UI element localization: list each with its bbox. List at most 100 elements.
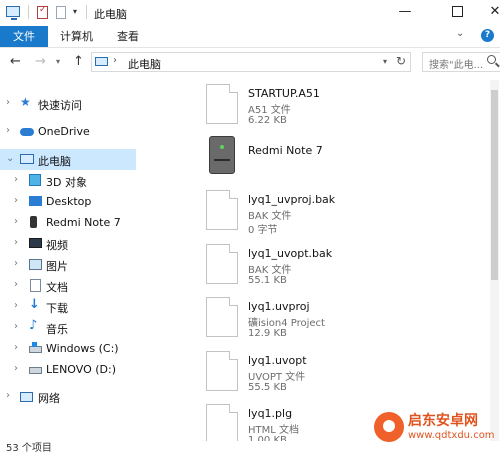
scrollbar-thumb[interactable] <box>491 90 498 280</box>
vertical-scrollbar[interactable] <box>490 80 499 445</box>
file-icon <box>206 244 238 284</box>
device-light <box>220 145 224 149</box>
chevron-right-icon[interactable]: › <box>14 342 18 353</box>
chevron-right-icon[interactable]: › <box>6 125 10 136</box>
file-name: lyq1.plg <box>248 407 293 420</box>
watermark-logo-icon <box>374 412 404 442</box>
file-icon <box>206 351 238 391</box>
device-slot <box>214 159 230 161</box>
item-count: 53 个项目 <box>6 443 52 454</box>
sidebar-item-this-pc[interactable]: ⌄ 此电脑 <box>0 149 136 170</box>
search-box[interactable]: 搜索"此电... <box>422 52 500 72</box>
refresh-icon[interactable]: ↻ <box>396 54 406 68</box>
computer-icon <box>95 57 108 66</box>
tab-view[interactable]: 查看 <box>117 26 139 47</box>
maximize-icon <box>451 6 463 17</box>
sidebar-item-label: 音乐 <box>46 323 68 336</box>
chevron-down-icon[interactable]: ⌄ <box>6 153 14 164</box>
file-name: lyq1_uvopt.bak <box>248 247 333 260</box>
search-input[interactable]: 搜索"此电... <box>429 56 483 71</box>
watermark-title: 启东安卓网 <box>408 413 478 429</box>
sidebar-item-label: Windows (C:) <box>46 342 119 355</box>
help-icon[interactable]: ? <box>481 29 494 42</box>
sidebar-item-desktop[interactable]: › Desktop <box>0 191 136 212</box>
tab-file[interactable]: 文件 <box>0 26 48 47</box>
sidebar-item-redmi-note-7[interactable]: › Redmi Note 7 <box>0 212 136 233</box>
list-item[interactable]: Redmi Note 7 <box>206 136 466 188</box>
list-item[interactable]: lyq1.uvopt UVOPT 文件 55.5 KB <box>206 351 466 403</box>
customize-toolbar-icon[interactable]: ▾ <box>73 7 77 16</box>
file-type: BAK 文件 <box>248 265 292 276</box>
sidebar-item-downloads[interactable]: › ↓ 下载 <box>0 296 136 317</box>
sidebar-item-pictures[interactable]: › 图片 <box>0 254 136 275</box>
video-icon <box>29 238 42 248</box>
tab-computer[interactable]: 计算机 <box>60 26 93 47</box>
file-size: 0 字节 <box>248 225 278 236</box>
sidebar-item-quick-access[interactable]: › ★ 快速访问 <box>0 93 136 114</box>
ribbon: 文件 计算机 查看 ⌄ ? <box>0 26 500 48</box>
new-folder-icon[interactable] <box>56 6 66 19</box>
chevron-right-icon[interactable]: › <box>6 97 10 108</box>
chevron-right-icon[interactable]: › <box>6 390 10 401</box>
windows-drive-icon <box>29 342 42 353</box>
close-button[interactable]: ✕ <box>480 0 500 26</box>
back-button[interactable]: ← <box>10 54 21 69</box>
file-size: 55.5 KB <box>248 382 287 393</box>
breadcrumb-this-pc[interactable]: 此电脑 <box>128 56 161 72</box>
computer-icon[interactable] <box>6 6 20 20</box>
watermark: 启东安卓网 www.qdtxdu.com <box>372 408 500 450</box>
file-icon <box>206 190 238 230</box>
sidebar-item-label: 此电脑 <box>38 155 71 168</box>
maximize-button[interactable] <box>438 0 476 26</box>
sidebar-item-3d-objects[interactable]: › 3D 对象 <box>0 170 136 191</box>
sidebar-item-music[interactable]: › ♪ 音乐 <box>0 317 136 338</box>
file-name: lyq1_uvproj.bak <box>248 193 336 206</box>
sidebar-item-label: 文档 <box>46 281 68 294</box>
sidebar-item-onedrive[interactable]: › OneDrive <box>0 121 136 142</box>
file-type: A51 文件 <box>248 105 291 116</box>
file-list: STARTUP.A51 A51 文件 6.22 KB Redmi Note 7 … <box>136 78 500 450</box>
file-type: HTML 文档 <box>248 425 300 436</box>
chevron-right-icon[interactable]: › <box>14 216 18 227</box>
list-item[interactable]: lyq1_uvproj.bak BAK 文件 0 字节 <box>206 190 466 242</box>
chevron-right-icon[interactable]: › <box>14 300 18 311</box>
network-icon <box>20 392 33 402</box>
chevron-right-icon[interactable]: › <box>14 363 18 374</box>
sidebar-item-label: LENOVO (D:) <box>46 363 117 376</box>
sidebar-item-network[interactable]: › 网络 <box>0 386 136 407</box>
address-bar[interactable]: › 此电脑 ▾ ↻ <box>91 52 411 72</box>
sidebar-item-windows-c[interactable]: › Windows (C:) <box>0 338 136 359</box>
breadcrumb-separator-icon[interactable]: › <box>113 55 117 66</box>
sidebar-item-lenovo-d[interactable]: › LENOVO (D:) <box>0 359 136 380</box>
device-icon <box>209 136 235 174</box>
sidebar-item-documents[interactable]: › 文档 <box>0 275 136 296</box>
sidebar-item-label: 快速访问 <box>38 99 82 112</box>
chevron-right-icon[interactable]: › <box>14 174 18 185</box>
sidebar-item-videos[interactable]: › 视频 <box>0 233 136 254</box>
sidebar-item-label: 图片 <box>46 260 68 273</box>
title-bar: ▾ 此电脑 — ✕ <box>0 0 500 26</box>
properties-icon[interactable] <box>37 5 48 19</box>
file-icon <box>206 297 238 337</box>
list-item[interactable]: lyq1_uvopt.bak BAK 文件 55.1 KB <box>206 244 466 296</box>
recent-locations-icon[interactable]: ▾ <box>56 57 60 66</box>
music-icon: ♪ <box>29 318 38 333</box>
window-title: 此电脑 <box>94 8 127 21</box>
list-item[interactable]: lyq1.uvproj 礦ision4 Project 12.9 KB <box>206 297 466 349</box>
chevron-right-icon[interactable]: › <box>14 321 18 332</box>
chevron-right-icon[interactable]: › <box>14 195 18 206</box>
file-type: BAK 文件 <box>248 211 292 222</box>
file-name: STARTUP.A51 <box>248 87 320 100</box>
watermark-url: www.qdtxdu.com <box>408 430 495 441</box>
chevron-right-icon[interactable]: › <box>14 279 18 290</box>
list-item[interactable]: STARTUP.A51 A51 文件 6.22 KB <box>206 84 466 136</box>
star-icon: ★ <box>20 95 31 109</box>
expand-ribbon-icon[interactable]: ⌄ <box>456 28 464 39</box>
chevron-right-icon[interactable]: › <box>14 258 18 269</box>
file-icon <box>206 84 238 124</box>
address-dropdown-icon[interactable]: ▾ <box>383 57 387 66</box>
minimize-button[interactable]: — <box>386 0 424 26</box>
up-button[interactable]: ↑ <box>73 54 84 69</box>
chevron-right-icon[interactable]: › <box>14 237 18 248</box>
forward-button[interactable]: → <box>35 54 46 69</box>
